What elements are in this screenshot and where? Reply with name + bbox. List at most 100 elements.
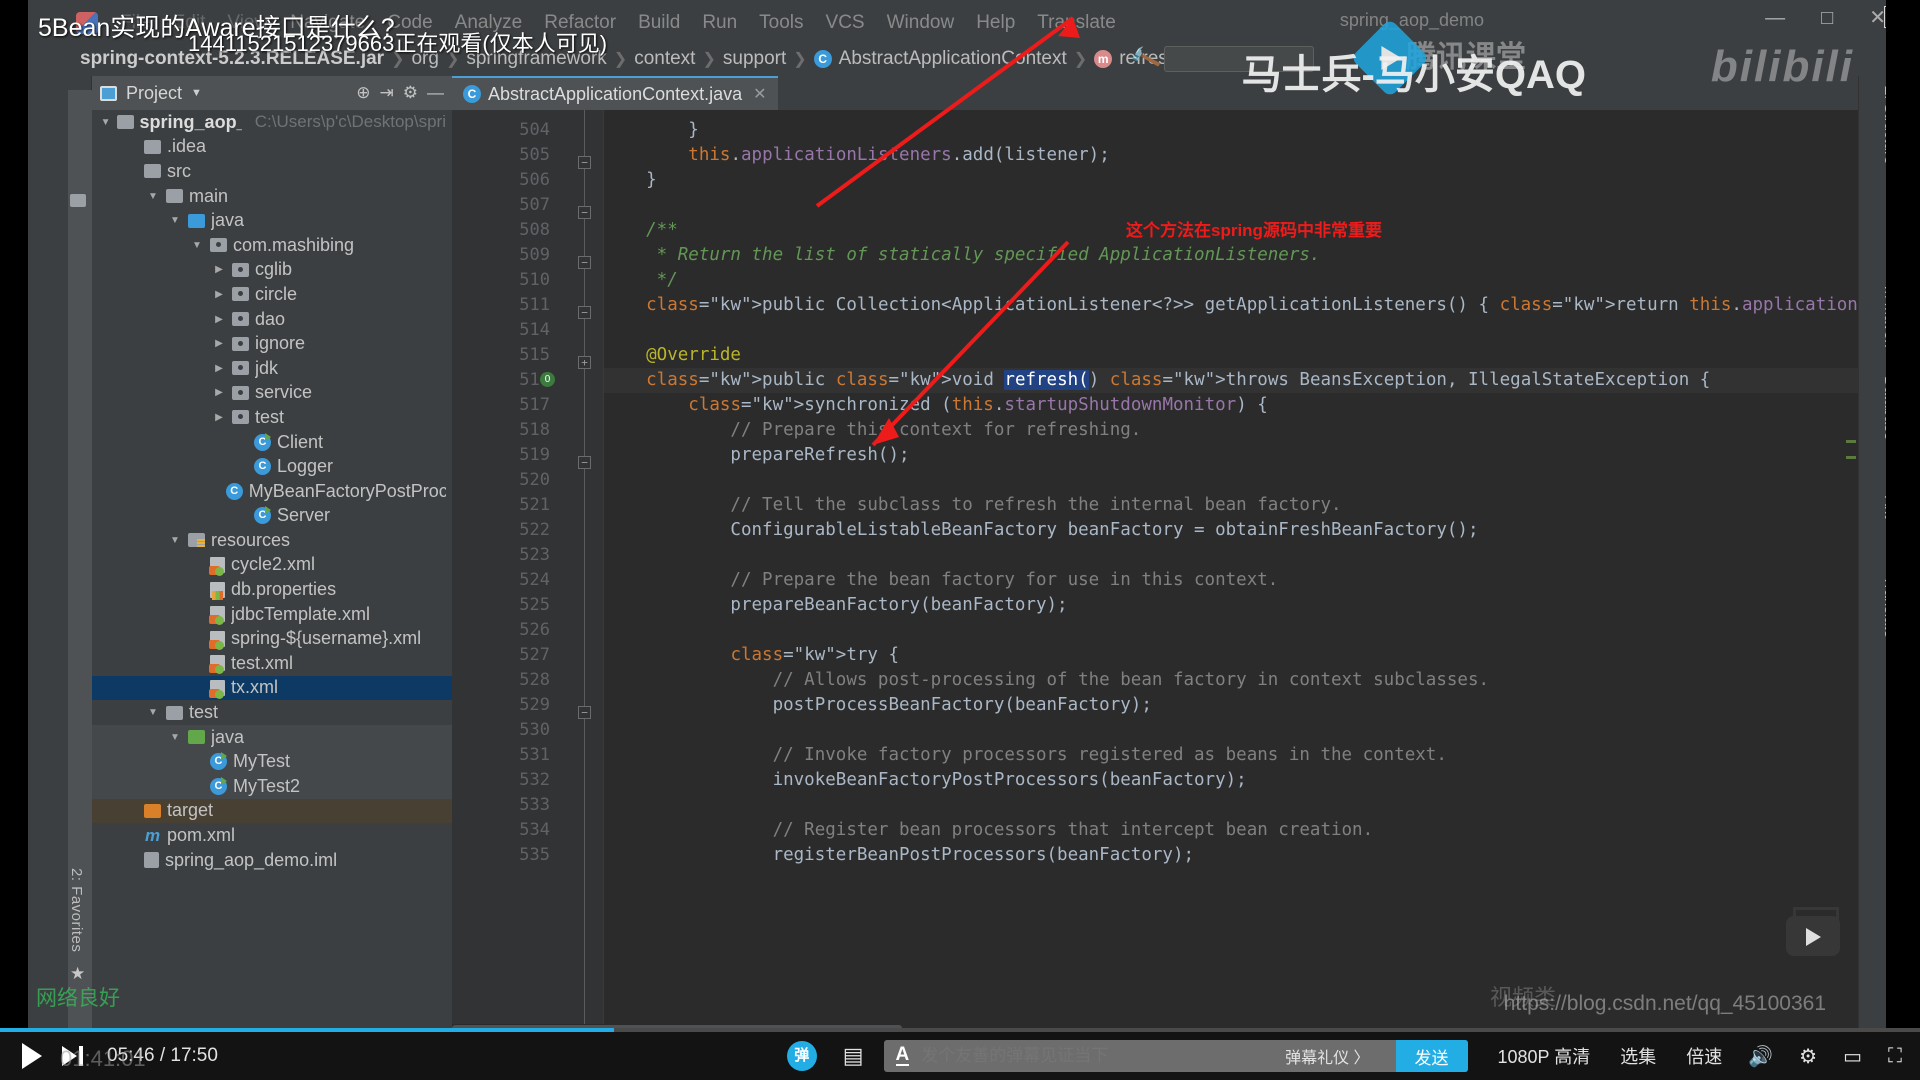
fold-icon[interactable]: − [578,156,591,169]
danmaku-toggle-icon[interactable]: 弹 [786,1041,817,1071]
tool-window-structure[interactable]: Z: Structure [1881,86,1886,164]
menu-item-build[interactable]: Build [638,12,680,34]
fold-icon[interactable]: − [578,306,591,319]
code-line[interactable]: class="kw">synchronized (this.startupShu… [604,393,1268,418]
code-line[interactable]: // Register bean processors that interce… [604,818,1374,843]
tool-window-translate[interactable]: Translate [1881,576,1886,638]
tool-window-maven[interactable]: m Maven [1881,286,1886,348]
expand-arrow-icon[interactable]: ▼ [168,535,182,546]
tree-node[interactable]: ▶ test.xml [92,651,452,676]
code-line[interactable]: } [604,118,699,143]
menu-item-vcs[interactable]: VCS [826,12,865,34]
tree-node[interactable]: ▼ java [92,208,452,233]
tree-node[interactable]: ▶ jdk [92,356,452,381]
tree-node[interactable]: ▶ spring_aop_demo.iml [92,848,452,873]
tree-node[interactable]: ▼ spring_aop_demo C:\Users\p'c\Desktop\spr… [92,110,452,135]
collapse-arrow-icon[interactable]: ▶ [212,264,226,275]
fold-icon[interactable]: − [578,206,591,219]
code-line[interactable]: postProcessBeanFactory(beanFactory); [604,693,1152,718]
code-line[interactable]: } [604,168,657,193]
tree-node[interactable]: ▼ main [92,184,452,209]
tree-node[interactable]: ▶ db.properties [92,577,452,602]
danmaku-input-bar[interactable]: A 弹幕礼仪 〉 发送 [883,1040,1468,1072]
code-line[interactable]: /** [604,218,678,243]
play-icon[interactable] [22,1043,42,1069]
speed-selector[interactable]: 倍速 [1686,1043,1722,1069]
gear-icon[interactable]: ⚙ [1799,1044,1817,1069]
fold-icon[interactable]: − [578,256,591,269]
tree-node[interactable]: ▶ cglib [92,258,452,283]
tree-node[interactable]: ▶ jdbcTemplate.xml [92,602,452,627]
code-line[interactable]: */ [604,268,678,293]
tree-node[interactable]: ▶ test [92,405,452,430]
menu-item-tools[interactable]: Tools [759,12,803,34]
code-area[interactable]: 504 505 506 507 508 509 510 511 514 515 516 O 517 518… [452,110,1858,1032]
expand-arrow-icon[interactable]: ▼ [168,732,182,743]
close-icon[interactable]: ✕ [753,84,766,104]
code-line[interactable]: // Prepare this context for refreshing. [604,418,1141,443]
chevron-down-icon[interactable]: ▼ [191,87,202,99]
expand-arrow-icon[interactable]: ▼ [190,240,204,251]
tree-node[interactable]: ▶ service [92,381,452,406]
tree-node[interactable]: ▼ com.mashibing [92,233,452,258]
help-badge[interactable]: ? [1884,6,1886,28]
tree-node[interactable]: ▶ C MyBeanFactoryPostProcessor [92,479,452,504]
code-line[interactable]: invokeBeanFactoryPostProcessors(beanFact… [604,768,1247,793]
tree-node[interactable]: ▼ test [92,700,452,725]
danmaku-style-icon[interactable]: A [895,1045,910,1066]
minimize-icon[interactable]: — [427,83,444,103]
fold-gutter[interactable]: − − − − + − − [564,110,604,1032]
tab-abstractapplicationcontext[interactable]: C AbstractApplicationContext.java ✕ [452,76,778,110]
breadcrumb-item-support[interactable]: support [723,48,786,70]
danmaku-etiquette-link[interactable]: 弹幕礼仪 〉 [1285,1044,1369,1068]
code-line[interactable]: class="kw">public Collection<Application… [604,293,1858,318]
video-surface[interactable]: File Edit View Navigate Code Analyze Ref… [28,0,1886,1032]
tree-node[interactable]: ▶ target [92,798,452,824]
code-line[interactable]: ConfigurableListableBeanFactory beanFact… [604,518,1478,543]
quality-selector[interactable]: 1080P 高清 [1498,1043,1591,1069]
expand-arrow-icon[interactable]: ▼ [168,215,182,226]
menu-item-window[interactable]: Window [887,12,955,34]
code-line[interactable]: // Prepare the bean factory for use in t… [604,568,1278,593]
code-line[interactable]: // Tell the subclass to refresh the inte… [604,493,1341,518]
tree-node[interactable]: ▶ tx.xml [92,675,452,701]
tree-node[interactable]: ▶ .idea [92,135,452,160]
code-line[interactable]: class="kw">try { [604,643,899,668]
code-line[interactable]: prepareRefresh(); [604,443,909,468]
widescreen-icon[interactable]: ▭ [1843,1044,1862,1069]
code-line[interactable]: class="kw">public class="kw">void refres… [604,368,1710,393]
expand-arrow-icon[interactable]: ▼ [146,707,160,718]
code-line[interactable]: // Invoke factory processors registered … [604,743,1447,768]
menu-item-translate[interactable]: Translate [1037,12,1116,34]
tree-node[interactable]: ▶ circle [92,282,452,307]
collapse-arrow-icon[interactable]: ▶ [212,412,226,423]
tree-node[interactable]: ▼ java [92,724,452,750]
collapse-arrow-icon[interactable]: ▶ [212,363,226,374]
menu-item-run[interactable]: Run [702,12,737,34]
menu-item-help[interactable]: Help [976,12,1015,34]
gear-icon[interactable]: ⚙ [403,83,418,103]
maximize-icon[interactable]: □ [1821,8,1833,28]
code-line[interactable]: * Return the list of statically specifie… [604,243,1321,268]
fold-icon[interactable]: + [578,356,591,369]
code-line[interactable]: prepareBeanFactory(beanFactory); [604,593,1067,618]
tree-node[interactable]: ▶ src [92,159,452,184]
tool-window-favorites[interactable]: 2: Favorites [68,868,85,952]
code-line[interactable]: registerBeanPostProcessors(beanFactory); [604,843,1194,868]
tree-node[interactable]: ▶ C MyTest [92,749,452,775]
fold-icon[interactable]: − [578,456,591,469]
breadcrumb-item-class[interactable]: AbstractApplicationContext [839,48,1067,70]
project-panel-title[interactable]: Project [126,83,182,104]
tree-node[interactable]: ▶ m pom.xml [92,823,452,848]
fullscreen-icon[interactable]: ⛶ [1888,1045,1902,1068]
tree-node[interactable]: ▶ C MyTest2 [92,774,452,799]
collapse-all-icon[interactable]: ⇥ [380,83,394,103]
locate-icon[interactable]: ⊕ [356,83,370,103]
tree-node[interactable]: ▶ C Client [92,430,452,455]
tool-window-database[interactable]: Database [1881,376,1886,440]
collapse-arrow-icon[interactable]: ▶ [212,314,226,325]
tool-window-ant[interactable]: Ant [1881,496,1886,519]
expand-arrow-icon[interactable]: ▼ [146,191,160,202]
override-marker-icon[interactable]: O [540,372,555,387]
code-line[interactable]: @Override [604,343,741,368]
